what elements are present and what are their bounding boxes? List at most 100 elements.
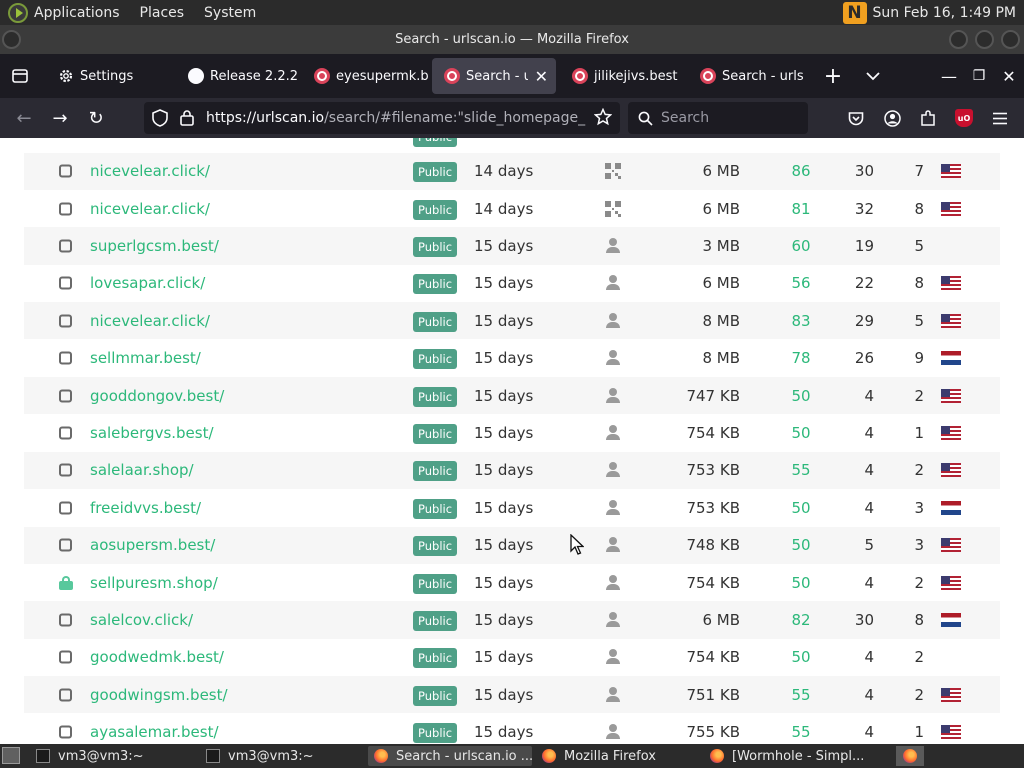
request-count-link[interactable]: 55: [784, 723, 818, 741]
request-count-link[interactable]: 86: [784, 162, 818, 180]
lock-icon[interactable]: [59, 575, 73, 590]
request-count-link[interactable]: 50: [784, 387, 818, 405]
tab-search-urlscan-active[interactable]: Search - urls ✕: [432, 58, 556, 94]
result-url-link[interactable]: nicevelear.click/: [90, 312, 210, 330]
close-window-icon[interactable]: [1001, 30, 1020, 49]
row-checkbox[interactable]: [59, 276, 72, 290]
firefox-view-icon[interactable]: [5, 58, 35, 94]
taskbar-item[interactable]: [Wormhole - Simpl...: [704, 746, 874, 766]
row-checkbox[interactable]: [59, 538, 72, 552]
result-url-link[interactable]: lovesapar.click/: [90, 274, 205, 292]
search-input[interactable]: Search: [628, 102, 808, 134]
request-count-link[interactable]: 81: [784, 200, 818, 218]
result-url-link[interactable]: salelaar.shop/: [90, 461, 194, 479]
tab-search-urlscan-2[interactable]: Search - urlsc: [688, 58, 804, 94]
result-url-link[interactable]: sellmmar.best/: [90, 349, 201, 367]
visibility-badge: Public: [413, 311, 458, 332]
bookmark-star-icon[interactable]: [593, 107, 613, 130]
taskbar-item[interactable]: Mozilla Firefox: [536, 746, 700, 766]
result-url-link[interactable]: superlgcsm.best/: [90, 237, 219, 255]
result-url-link[interactable]: nicevelear.click/: [90, 200, 210, 218]
list-all-tabs-icon[interactable]: [858, 58, 888, 94]
shield-icon[interactable]: [152, 109, 168, 131]
result-url-link[interactable]: goodwingsm.best/: [90, 686, 228, 704]
taskbar-item[interactable]: Search - urlscan.io ...: [368, 746, 532, 766]
request-count-link[interactable]: 60: [784, 237, 818, 255]
menu-applications[interactable]: Applications: [34, 5, 120, 21]
request-count-link[interactable]: 82: [784, 611, 818, 629]
request-count-link[interactable]: 50: [784, 424, 818, 442]
row-checkbox[interactable]: [59, 501, 72, 515]
visibility-badge: Public: [413, 536, 458, 557]
urlscan-icon: [700, 68, 716, 84]
row-checkbox[interactable]: [59, 426, 72, 440]
tab-settings[interactable]: Settings: [46, 58, 176, 94]
result-url-link[interactable]: aosupersm.best/: [90, 536, 215, 554]
reload-icon[interactable]: ↻: [82, 104, 110, 132]
request-count-link[interactable]: 78: [784, 349, 818, 367]
ip-count: 5: [914, 236, 924, 255]
forward-arrow-icon[interactable]: →: [46, 104, 74, 132]
window-menu-icon[interactable]: [2, 30, 21, 49]
row-checkbox[interactable]: [59, 725, 72, 739]
result-url-link[interactable]: goodwedmk.best/: [90, 648, 224, 666]
row-checkbox[interactable]: [59, 351, 72, 365]
extensions-icon[interactable]: [914, 104, 942, 132]
clock[interactable]: Sun Feb 16, 1:49 PM: [873, 5, 1016, 21]
back-arrow-icon[interactable]: ←: [10, 104, 38, 132]
tray-firefox-icon[interactable]: [896, 746, 924, 766]
taskbar-item[interactable]: vm3@vm3:~: [30, 746, 190, 766]
minimize-window-icon[interactable]: [949, 30, 968, 49]
request-count-link[interactable]: 55: [784, 686, 818, 704]
tab-release[interactable]: Release 2.2.2: [176, 58, 298, 94]
close-icon[interactable]: ✕: [994, 58, 1024, 94]
row-checkbox[interactable]: [59, 164, 72, 178]
taskbar-item[interactable]: vm3@vm3:~: [200, 746, 360, 766]
pocket-icon[interactable]: [842, 104, 870, 132]
minimize-icon[interactable]: —: [934, 58, 964, 94]
request-count-link[interactable]: 50: [784, 536, 818, 554]
menu-places[interactable]: Places: [140, 5, 185, 21]
row-checkbox[interactable]: [59, 613, 72, 627]
result-url-link[interactable]: freeidvvs.best/: [90, 499, 201, 517]
padlock-icon[interactable]: [180, 109, 194, 130]
url-bar[interactable]: https://urlscan.io/search/#filename:"sli…: [144, 102, 620, 134]
show-desktop-icon[interactable]: [2, 747, 20, 764]
applications-logo-icon[interactable]: [8, 2, 28, 23]
tab-eyesupermk[interactable]: eyesupermk.b: [302, 58, 428, 94]
ip-count: 2: [914, 386, 924, 405]
request-count-link[interactable]: 55: [784, 461, 818, 479]
new-tab-icon[interactable]: +: [818, 58, 848, 94]
request-count-link[interactable]: 50: [784, 499, 818, 517]
result-url-link[interactable]: sellpuresm.shop/: [90, 574, 218, 592]
request-count-link[interactable]: 50: [784, 574, 818, 592]
result-url-link[interactable]: nicevelear.click/: [90, 162, 210, 180]
result-url-link[interactable]: gooddongov.best/: [90, 387, 224, 405]
row-checkbox[interactable]: [59, 202, 72, 216]
maximize-window-icon[interactable]: [975, 30, 994, 49]
table-row: salelcov.click/Public 15 days 6 MB 82 30 8: [24, 601, 1000, 639]
row-checkbox[interactable]: [59, 389, 72, 403]
request-count-link[interactable]: 50: [784, 648, 818, 666]
row-checkbox[interactable]: [59, 650, 72, 664]
request-count-link[interactable]: 56: [784, 274, 818, 292]
row-checkbox[interactable]: [59, 688, 72, 702]
visibility-badge: Public: [413, 386, 458, 407]
url-text[interactable]: https://urlscan.io/search/#filename:"sli…: [206, 110, 586, 126]
result-url-link[interactable]: salebergvs.best/: [90, 424, 214, 442]
account-icon[interactable]: [878, 104, 906, 132]
result-url-link[interactable]: salelcov.click/: [90, 611, 193, 629]
close-tab-icon[interactable]: ✕: [535, 67, 548, 86]
ip-count: 8: [914, 610, 924, 629]
tray-n-icon[interactable]: N: [842, 1, 867, 24]
restore-icon[interactable]: ❐: [964, 58, 994, 94]
request-count-link[interactable]: 83: [784, 312, 818, 330]
hamburger-menu-icon[interactable]: [986, 104, 1014, 132]
row-checkbox[interactable]: [59, 314, 72, 328]
ublock-origin-icon[interactable]: uO: [950, 104, 978, 132]
tab-jilikejivs[interactable]: jilikejivs.best: [560, 58, 688, 94]
result-url-link[interactable]: ayasalemar.best/: [90, 723, 219, 741]
row-checkbox[interactable]: [59, 239, 72, 253]
row-checkbox[interactable]: [59, 463, 72, 477]
menu-system[interactable]: System: [204, 5, 256, 21]
